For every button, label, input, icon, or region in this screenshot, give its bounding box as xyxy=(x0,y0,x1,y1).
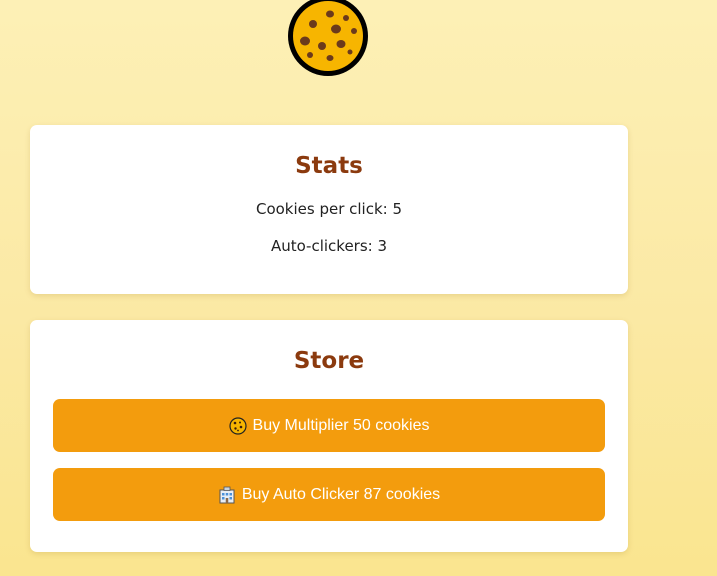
buy-auto-clicker-button[interactable]: Buy Auto Clicker 87 cookies xyxy=(53,468,605,521)
cookie-icon xyxy=(228,416,247,435)
cookie-icon xyxy=(288,0,368,76)
big-cookie-button[interactable] xyxy=(286,0,370,78)
cookies-per-click-stat: Cookies per click: 5 xyxy=(255,200,403,218)
buy-multiplier-button[interactable]: Buy Multiplier 50 cookies xyxy=(53,399,605,452)
buy-auto-clicker-label: Buy Auto Clicker 87 cookies xyxy=(241,485,441,503)
store-panel: Store Buy Multiplier 50 cookies Buy Auto… xyxy=(30,320,628,552)
stats-panel: Stats Cookies per click: 5 Auto-clickers… xyxy=(30,125,628,294)
factory-icon xyxy=(219,486,235,503)
stats-title: Stats xyxy=(295,153,363,179)
store-title: Store xyxy=(293,348,365,374)
buy-multiplier-label: Buy Multiplier 50 cookies xyxy=(252,416,430,434)
auto-clickers-stat: Auto-clickers: 3 xyxy=(270,237,388,255)
